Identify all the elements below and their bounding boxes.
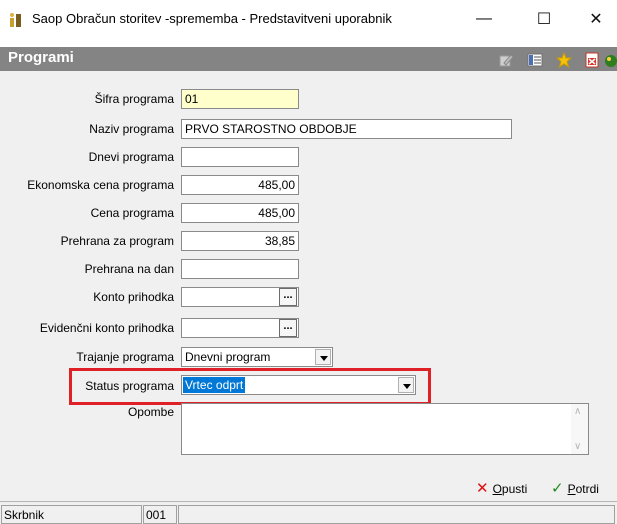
cancel-label: pusti bbox=[501, 482, 528, 496]
status-value: Vrtec odprt bbox=[183, 377, 246, 393]
cancel-button[interactable]: ✕ Opusti bbox=[476, 480, 528, 497]
konto-browse-button[interactable]: ... bbox=[279, 288, 297, 306]
exit-icon[interactable] bbox=[603, 52, 617, 68]
confirm-label: otrdi bbox=[575, 482, 599, 496]
confirm-hotkey: P bbox=[567, 482, 576, 496]
sifra-field[interactable]: 01 bbox=[181, 89, 299, 109]
prehrana-dan-label: Prehrana na dan bbox=[84, 262, 174, 276]
status-bar: Skrbnik 001 bbox=[0, 501, 617, 524]
section-header: Programi bbox=[0, 47, 617, 71]
dnevi-label: Dnevi programa bbox=[88, 150, 174, 164]
status-user: Skrbnik bbox=[1, 505, 142, 524]
evidencni-konto-label: Evidenčni konto prihodka bbox=[39, 321, 174, 335]
chevron-down-icon[interactable] bbox=[398, 377, 414, 393]
evidencni-konto-browse-button[interactable]: ... bbox=[279, 319, 297, 337]
ekonomska-cena-label: Ekonomska cena programa bbox=[27, 178, 174, 192]
excel-icon[interactable] bbox=[584, 52, 600, 68]
scrollbar[interactable]: ∧ ∨ bbox=[571, 404, 588, 454]
prehrana-dan-field[interactable] bbox=[181, 259, 299, 279]
status-message bbox=[178, 505, 615, 524]
konto-label: Konto prihodka bbox=[93, 290, 174, 304]
opombe-label: Opombe bbox=[127, 405, 174, 419]
maximize-button[interactable]: ☐ bbox=[521, 0, 567, 38]
cena-field[interactable]: 485,00 bbox=[181, 203, 299, 223]
prehrana-program-label: Prehrana za program bbox=[60, 234, 174, 248]
cancel-hotkey: O bbox=[492, 482, 502, 496]
scroll-up-icon[interactable]: ∧ bbox=[574, 406, 581, 417]
minimize-button[interactable]: — bbox=[461, 0, 507, 38]
star-icon[interactable] bbox=[556, 52, 572, 68]
prehrana-program-field[interactable]: 38,85 bbox=[181, 231, 299, 251]
list-icon[interactable] bbox=[527, 52, 543, 68]
trajanje-value: Dnevni program bbox=[185, 350, 271, 364]
scroll-down-icon[interactable]: ∨ bbox=[574, 441, 581, 452]
check-icon: ✓ bbox=[551, 480, 564, 497]
close-icon: ✕ bbox=[476, 480, 489, 497]
naziv-label: Naziv programa bbox=[89, 122, 174, 136]
trajanje-label: Trajanje programa bbox=[76, 350, 174, 364]
program-form: Šifra programa 01 Naziv programa PRVO ST… bbox=[0, 71, 617, 475]
dnevi-field[interactable] bbox=[181, 147, 299, 167]
sifra-label: Šifra programa bbox=[94, 92, 174, 106]
title-bar: Saop Obračun storitev -sprememba - Preds… bbox=[0, 0, 617, 38]
opombe-textarea[interactable]: ∧ ∨ bbox=[181, 403, 589, 455]
naziv-field[interactable]: PRVO STAROSTNO OBDOBJE bbox=[181, 119, 512, 139]
window-title: Saop Obračun storitev -sprememba - Preds… bbox=[32, 11, 392, 26]
page-title: Programi bbox=[8, 49, 74, 66]
trajanje-select[interactable]: Dnevni program bbox=[181, 347, 333, 367]
status-label: Status programa bbox=[85, 379, 174, 393]
edit-icon[interactable] bbox=[498, 52, 514, 68]
status-select[interactable]: Vrtec odprt bbox=[181, 375, 416, 395]
chevron-down-icon[interactable] bbox=[315, 349, 331, 365]
status-code: 001 bbox=[143, 505, 177, 524]
ekonomska-cena-field[interactable]: 485,00 bbox=[181, 175, 299, 195]
close-button[interactable]: ✕ bbox=[573, 0, 617, 38]
confirm-button[interactable]: ✓ Potrdi bbox=[551, 480, 599, 497]
action-bar: ✕ Opusti ✓ Potrdi bbox=[0, 475, 617, 501]
app-logo-icon bbox=[10, 13, 21, 27]
cena-label: Cena programa bbox=[90, 206, 174, 220]
